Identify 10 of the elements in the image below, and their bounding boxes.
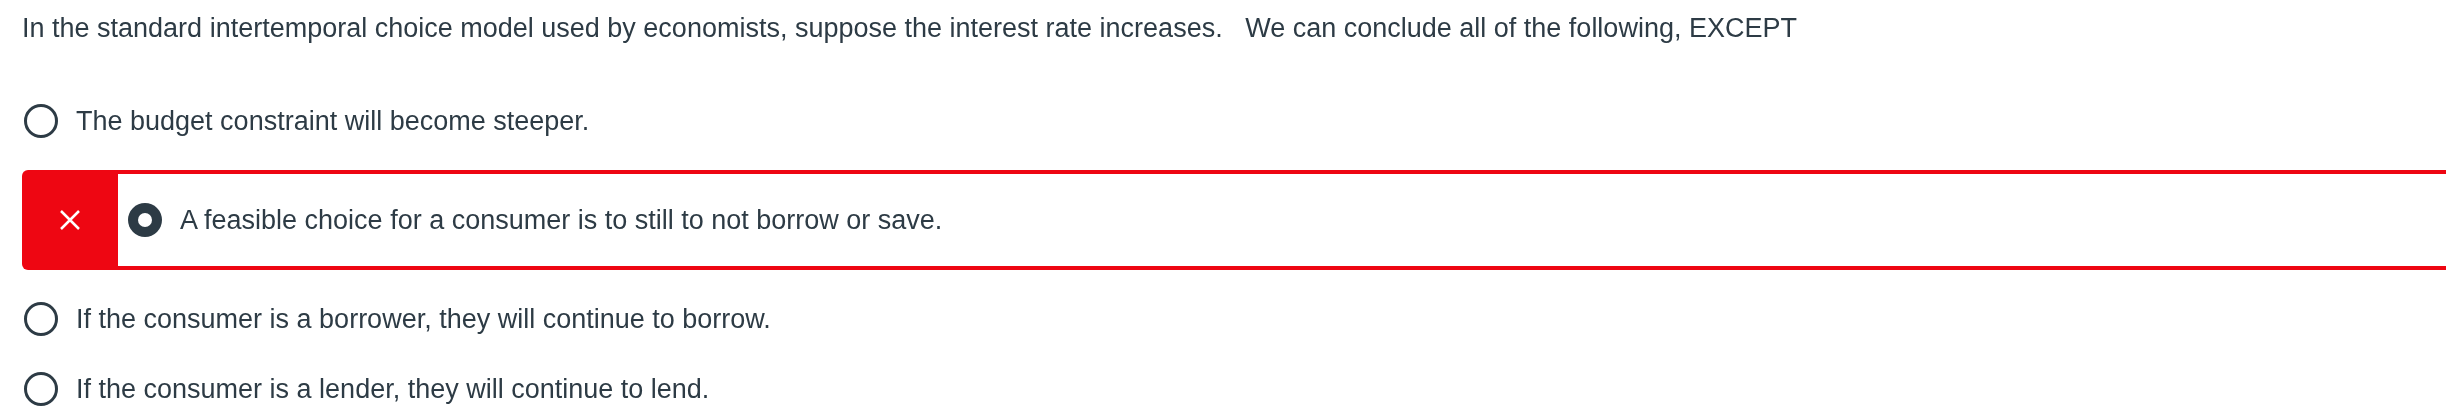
answer-label: If the consumer is a lender, they will continue to lend.	[76, 372, 710, 406]
answer-label: A feasible choice for a consumer is to still to not borrow or save.	[180, 203, 943, 237]
radio-button[interactable]	[24, 372, 58, 406]
radio-button[interactable]	[24, 302, 58, 336]
question-text: In the standard intertemporal choice model used by economists, suppose the interest rate increases. We can conclude all of the following, EXCEPT	[22, 12, 1798, 45]
answer-label: If the consumer is a borrower, they will continue to borrow.	[76, 302, 771, 336]
answer-label: The budget constraint will become steeper.	[76, 104, 590, 138]
radio-button[interactable]	[128, 203, 162, 237]
close-icon	[59, 209, 81, 231]
radio-button[interactable]	[24, 104, 58, 138]
